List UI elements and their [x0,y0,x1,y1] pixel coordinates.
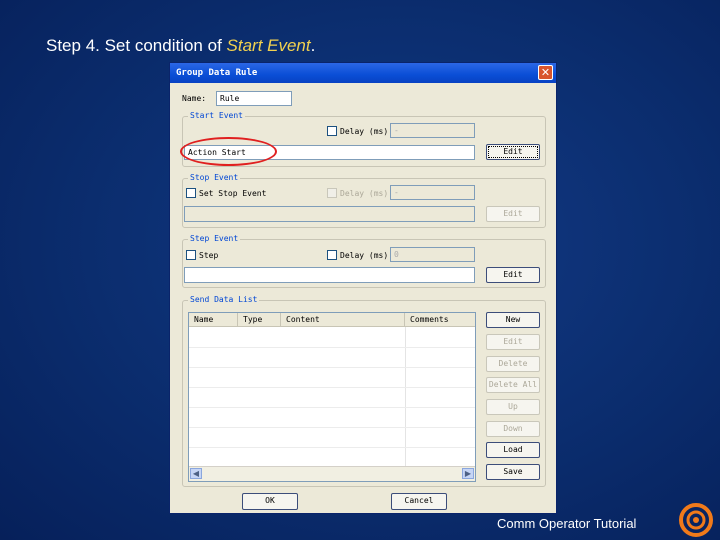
step-edit-button[interactable]: Edit [486,267,540,283]
up-button[interactable]: Up [486,399,540,415]
step-delay-checkbox[interactable] [327,250,337,260]
slide-title-prefix: Step 4. Set condition of [46,36,227,55]
slide-title: Step 4. Set condition of Start Event. [46,36,315,56]
dialog-titlebar[interactable]: Group Data Rule ✕ [170,63,556,83]
footer-text: Comm Operator Tutorial [497,516,637,531]
start-delay-input[interactable]: - [390,123,475,138]
step-delay-label: Delay (ms) [340,251,389,260]
step-checkbox[interactable] [186,250,196,260]
stop-condition-field[interactable] [184,206,475,222]
save-button[interactable]: Save [486,464,540,480]
dialog-title: Group Data Rule [176,68,258,78]
delete-all-button[interactable]: Delete All [486,377,540,393]
column-header-name[interactable]: Name [189,313,238,327]
close-icon[interactable]: ✕ [538,65,553,80]
horizontal-scrollbar[interactable]: ◀ ▶ [189,466,475,481]
group-data-rule-dialog: Group Data Rule ✕ Name: Rule Start Event… [169,62,557,514]
start-edit-button[interactable]: Edit [486,144,540,160]
stop-delay-label: Delay (ms) [340,189,389,198]
step-event-title: Step Event [188,234,241,243]
column-header-content[interactable]: Content [281,313,405,327]
row-divider [189,407,475,408]
column-divider [405,327,406,467]
step-condition-field[interactable] [184,267,475,283]
start-delay-checkbox[interactable] [327,126,337,136]
scroll-right-icon[interactable]: ▶ [462,468,474,479]
stop-event-title: Stop Event [188,173,241,182]
row-divider [189,367,475,368]
step-delay-input[interactable]: 0 [390,247,475,262]
down-button[interactable]: Down [486,421,540,437]
slide-title-suffix: . [310,36,316,55]
stop-delay-input[interactable]: - [390,185,475,200]
name-input[interactable]: Rule [216,91,292,106]
set-stop-event-label: Set Stop Event [199,189,267,198]
start-event-highlight-ellipse [180,137,277,166]
load-button[interactable]: Load [486,442,540,458]
send-data-list-title: Send Data List [188,295,260,304]
row-divider [189,347,475,348]
step-label: Step [199,251,219,260]
cancel-button[interactable]: Cancel [391,493,447,510]
name-label: Name: [182,94,207,103]
comm-operator-logo-icon [679,503,713,537]
column-header-comments[interactable]: Comments [405,313,475,327]
slide-title-accent: Start Event [226,36,311,55]
scroll-left-icon[interactable]: ◀ [190,468,202,479]
stop-edit-button[interactable]: Edit [486,206,540,222]
row-divider [189,447,475,448]
stop-delay-checkbox[interactable] [327,188,337,198]
send-data-table[interactable]: Name Type Content Comments ◀ ▶ [188,312,476,482]
start-delay-label: Delay (ms) [340,127,389,136]
start-event-title: Start Event [188,111,245,120]
edit-button[interactable]: Edit [486,334,540,350]
delete-button[interactable]: Delete [486,356,540,372]
new-button[interactable]: New [486,312,540,328]
column-header-type[interactable]: Type [238,313,281,327]
ok-button[interactable]: OK [242,493,298,510]
row-divider [189,427,475,428]
row-divider [189,387,475,388]
set-stop-event-checkbox[interactable] [186,188,196,198]
